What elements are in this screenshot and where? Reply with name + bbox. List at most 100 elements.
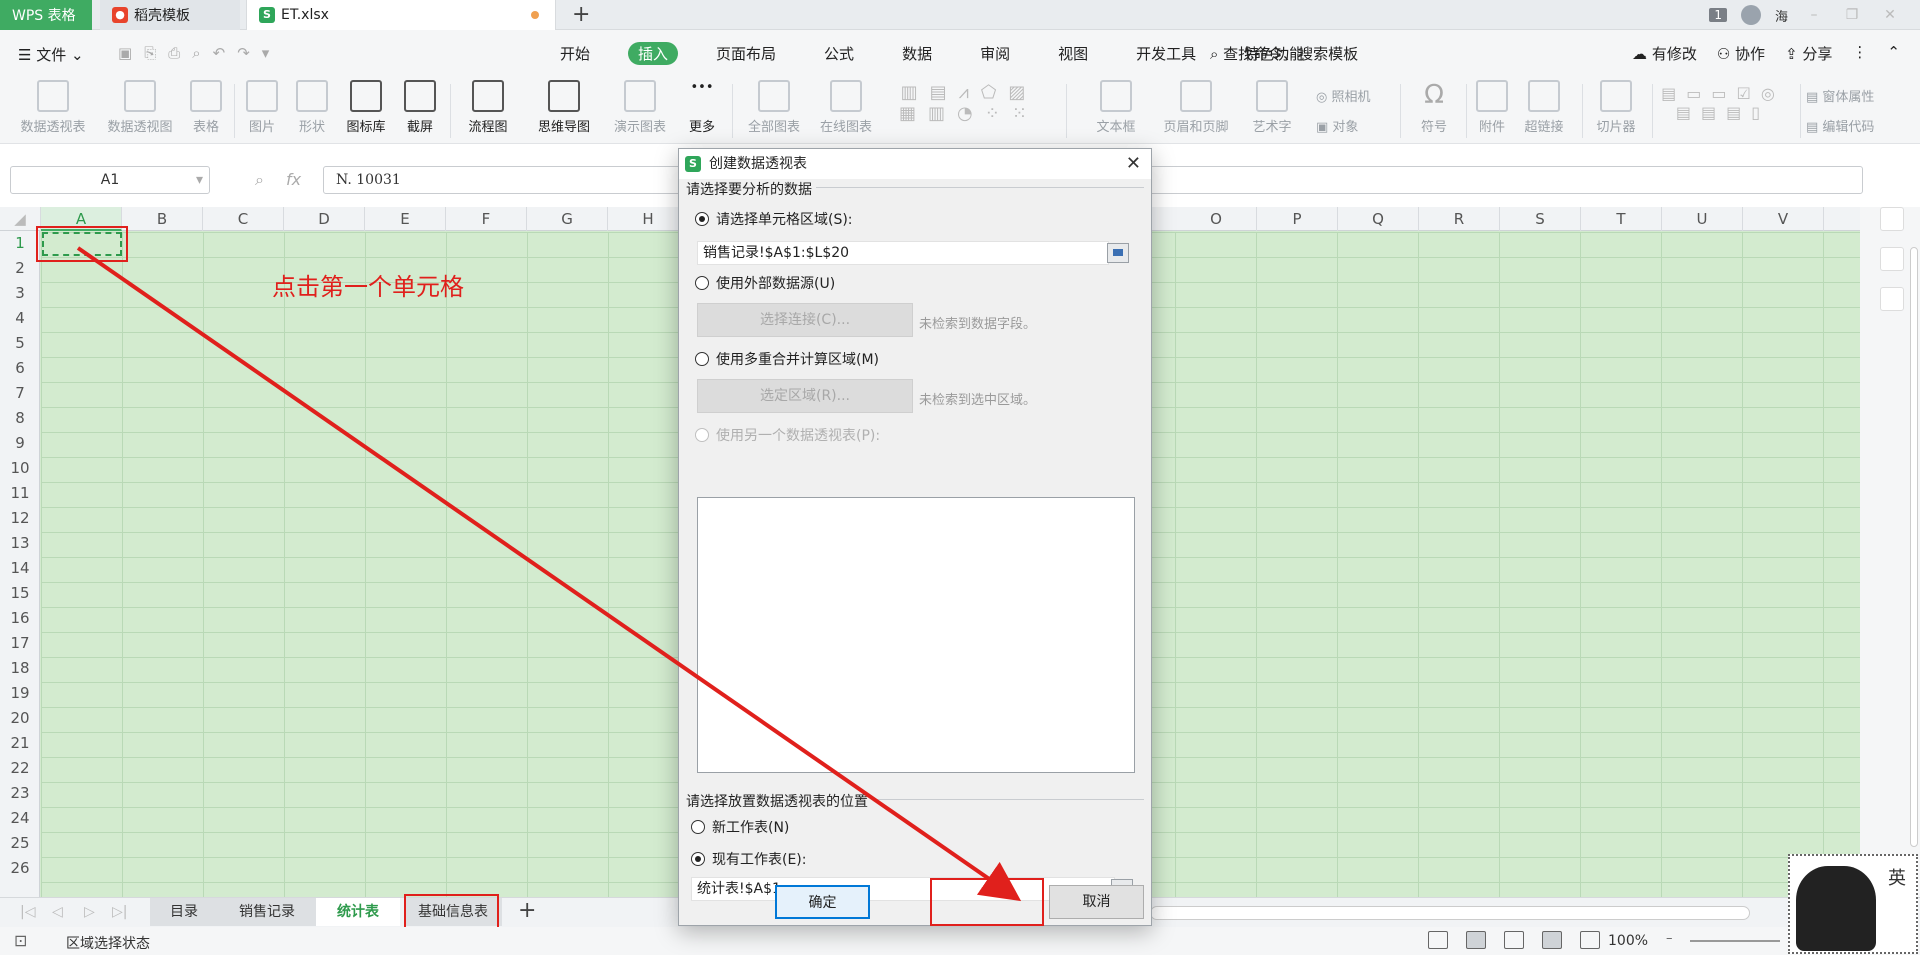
tab-data[interactable]: 数据 bbox=[892, 42, 942, 65]
last-sheet-icon[interactable]: ▷| bbox=[112, 904, 127, 920]
minimize-icon[interactable]: – bbox=[1802, 7, 1826, 23]
page-break-icon[interactable] bbox=[1504, 931, 1524, 949]
tab-et-file[interactable]: S ET.xlsx bbox=[246, 0, 556, 30]
export-icon[interactable]: ⎘ bbox=[144, 44, 156, 62]
status-mode-icon[interactable]: ⊡ bbox=[14, 931, 27, 950]
sheet-tab-sales[interactable]: 销售记录 bbox=[218, 898, 316, 926]
row-header[interactable]: 2 bbox=[0, 256, 40, 281]
textbox-button[interactable]: 文本框 bbox=[1088, 78, 1144, 135]
eye-protection-icon[interactable] bbox=[1580, 931, 1600, 949]
row-header[interactable]: 26 bbox=[0, 856, 40, 881]
customize-icon[interactable]: ▾ bbox=[262, 44, 270, 62]
prev-sheet-icon[interactable]: ◁ bbox=[52, 904, 63, 920]
form-controls-gallery[interactable]: ▤▭▭☑◎ ▤▤▤▯ bbox=[1648, 78, 1798, 138]
cell-range-input[interactable]: 销售记录!$A$1:$L$20 bbox=[697, 241, 1109, 265]
range-picker-icon[interactable] bbox=[1107, 243, 1129, 263]
close-icon[interactable]: ✕ bbox=[1126, 149, 1141, 179]
select-connection-button[interactable]: 选择连接(C)... bbox=[697, 303, 913, 337]
add-sheet-button[interactable]: + bbox=[518, 898, 536, 923]
radio-existing-sheet[interactable]: 现有工作表(E): bbox=[691, 849, 807, 869]
demo-chart-button[interactable]: 演示图表 bbox=[608, 78, 672, 135]
tab-home[interactable]: 开始 bbox=[550, 42, 600, 65]
file-menu-button[interactable]: ☰ 文件 ⌄ bbox=[18, 44, 84, 65]
row-header[interactable]: 1 bbox=[0, 231, 40, 256]
row-header[interactable]: 13 bbox=[0, 531, 40, 556]
row-header[interactable]: 3 bbox=[0, 281, 40, 306]
tab-page-layout[interactable]: 页面布局 bbox=[706, 42, 786, 65]
camera-button[interactable]: ◎ 照相机 bbox=[1316, 86, 1394, 105]
share-button[interactable]: ⇪ 分享 bbox=[1785, 43, 1832, 64]
column-header[interactable]: R bbox=[1419, 207, 1500, 231]
row-header[interactable]: 15 bbox=[0, 581, 40, 606]
maximize-icon[interactable]: ❐ bbox=[1840, 7, 1864, 23]
avatar[interactable] bbox=[1740, 5, 1761, 25]
cancel-button[interactable]: 取消 bbox=[1049, 885, 1144, 919]
row-header[interactable]: 23 bbox=[0, 781, 40, 806]
row-header[interactable]: 16 bbox=[0, 606, 40, 631]
row-header[interactable]: 6 bbox=[0, 356, 40, 381]
column-header[interactable]: P bbox=[1257, 207, 1338, 231]
attachment-button[interactable]: 附件 bbox=[1472, 78, 1512, 135]
collapse-ribbon-icon[interactable]: ⌃ bbox=[1887, 43, 1900, 64]
column-header[interactable]: U bbox=[1662, 207, 1743, 231]
column-header[interactable]: C bbox=[203, 207, 284, 231]
tab-formulas[interactable]: 公式 bbox=[814, 42, 864, 65]
column-header[interactable]: D bbox=[284, 207, 365, 231]
ok-button[interactable]: 确定 bbox=[775, 885, 870, 919]
object-button[interactable]: ▣ 对象 bbox=[1316, 116, 1394, 135]
row-header[interactable]: 20 bbox=[0, 706, 40, 731]
all-charts-button[interactable]: 全部图表 bbox=[742, 78, 806, 135]
undo-icon[interactable]: ↶ bbox=[213, 44, 226, 62]
column-header[interactable]: V bbox=[1743, 207, 1824, 231]
row-header[interactable]: 4 bbox=[0, 306, 40, 331]
pivot-table-listbox[interactable] bbox=[697, 497, 1135, 773]
redo-icon[interactable]: ↷ bbox=[237, 44, 250, 62]
print-preview-icon[interactable]: ⌕ bbox=[192, 44, 200, 62]
tab-review[interactable]: 审阅 bbox=[970, 42, 1020, 65]
mindmap-button[interactable]: 思维导图 bbox=[528, 78, 600, 135]
first-sheet-icon[interactable]: |◁ bbox=[20, 904, 35, 920]
row-header[interactable]: 21 bbox=[0, 731, 40, 756]
row-header[interactable]: 10 bbox=[0, 456, 40, 481]
row-header[interactable]: 22 bbox=[0, 756, 40, 781]
row-header[interactable]: 9 bbox=[0, 431, 40, 456]
row-header[interactable]: 12 bbox=[0, 506, 40, 531]
style-icon[interactable] bbox=[1880, 247, 1904, 271]
tab-insert[interactable]: 插入 bbox=[628, 42, 679, 65]
modified-button[interactable]: ☁ 有修改 bbox=[1632, 43, 1697, 64]
column-header[interactable]: Q bbox=[1338, 207, 1419, 231]
user-name[interactable]: 海 bbox=[1775, 6, 1788, 25]
row-header[interactable]: 11 bbox=[0, 481, 40, 506]
header-footer-button[interactable]: 页眉和页脚 bbox=[1156, 78, 1236, 135]
pivot-chart-button[interactable]: 数据透视图 bbox=[100, 78, 180, 135]
table-button[interactable]: 表格 bbox=[186, 78, 226, 135]
sync-icon[interactable] bbox=[1880, 287, 1904, 311]
slicer-button[interactable]: 切片器 bbox=[1588, 78, 1644, 135]
screenshot-button[interactable]: 截屏 bbox=[398, 78, 442, 135]
row-header[interactable]: 8 bbox=[0, 406, 40, 431]
radio-multi-consolidation[interactable]: 使用多重合并计算区域(M) bbox=[695, 349, 879, 369]
sheet-tab-stats[interactable]: 统计表 bbox=[316, 898, 400, 926]
zoom-slider[interactable] bbox=[1690, 940, 1780, 942]
column-header[interactable]: S bbox=[1500, 207, 1581, 231]
edit-code-button[interactable]: ▤ 编辑代码 bbox=[1806, 116, 1914, 135]
tab-wps-spreadsheet[interactable]: WPS 表格 bbox=[0, 0, 92, 30]
horizontal-scrollbar[interactable] bbox=[1150, 906, 1750, 920]
sheet-tab-catalog[interactable]: 目录 bbox=[150, 898, 218, 926]
fx-icon[interactable]: fx bbox=[286, 170, 301, 190]
radio-new-sheet[interactable]: 新工作表(N) bbox=[691, 817, 789, 837]
wordart-button[interactable]: 艺术字 bbox=[1244, 78, 1300, 135]
command-search[interactable]: ⌕ 查找命令、搜索模板 bbox=[1210, 43, 1358, 64]
vertical-scrollbar[interactable] bbox=[1910, 247, 1918, 847]
select-region-button[interactable]: 选定区域(R)... bbox=[697, 379, 913, 413]
pivot-table-button[interactable]: 数据透视表 bbox=[14, 78, 92, 135]
column-header[interactable]: G bbox=[527, 207, 608, 231]
select-pointer-icon[interactable] bbox=[1880, 207, 1904, 231]
window-count-badge[interactable]: 1 bbox=[1709, 8, 1727, 22]
reading-mode-icon[interactable] bbox=[1542, 931, 1562, 949]
radio-external-source[interactable]: 使用外部数据源(U) bbox=[695, 273, 835, 293]
chart-type-gallery[interactable]: ▥▤⩘⬠▨ ▦▥◔⁘⁙ bbox=[884, 78, 1054, 138]
ime-widget[interactable]: 英 bbox=[1788, 854, 1918, 954]
zoom-out-icon[interactable]: – bbox=[1666, 931, 1673, 946]
icon-library-button[interactable]: 图标库 bbox=[342, 78, 390, 135]
